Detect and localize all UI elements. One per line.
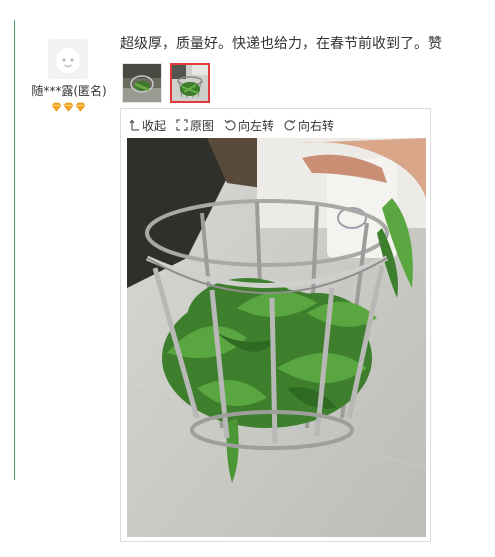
reviewer-name: 随***露(匿名) [31,84,107,98]
review-text: 超级厚，质量好。快递也给力，在春节前收到了。赞 [120,36,442,52]
photo-thumbnail-image [172,65,208,101]
rotate-left-label: 向左转 [238,118,275,133]
collapse-label: 收起 [142,118,167,133]
review-photo-large [127,138,426,537]
rotate-left-icon [224,119,236,131]
original-image-button[interactable]: 原图 [176,117,214,134]
expand-icon [176,119,188,131]
rotate-right-label: 向右转 [298,118,335,133]
rotate-right-icon [284,119,296,131]
photo-viewer: 收起 原图 向左转 向右转 [120,108,431,542]
review-item: 随***露(匿名) 超级厚，质量好。快递也给力，在春节前收到了。赞 收起 原图 … [0,0,495,557]
user-level [51,102,86,112]
rotate-left-button[interactable]: 向左转 [224,117,274,134]
rotate-right-button[interactable]: 向右转 [284,117,334,134]
avatar [48,39,88,79]
left-divider [14,20,15,480]
collapse-button[interactable]: 收起 [129,117,166,134]
diamond-icon [51,102,62,112]
review-photo-thumb-1[interactable] [122,63,162,103]
diamond-icon [63,102,74,112]
review-photo-thumb-2[interactable] [170,63,210,103]
photo-thumbnail-image [123,64,161,102]
avatar-face-icon [56,47,80,73]
original-image-label: 原图 [190,118,215,133]
viewer-toolbar: 收起 原图 向左转 向右转 [129,116,344,134]
collapse-arrow-icon [129,119,139,131]
diamond-icon [75,102,86,112]
vegetables-in-basket-photo [127,138,426,537]
